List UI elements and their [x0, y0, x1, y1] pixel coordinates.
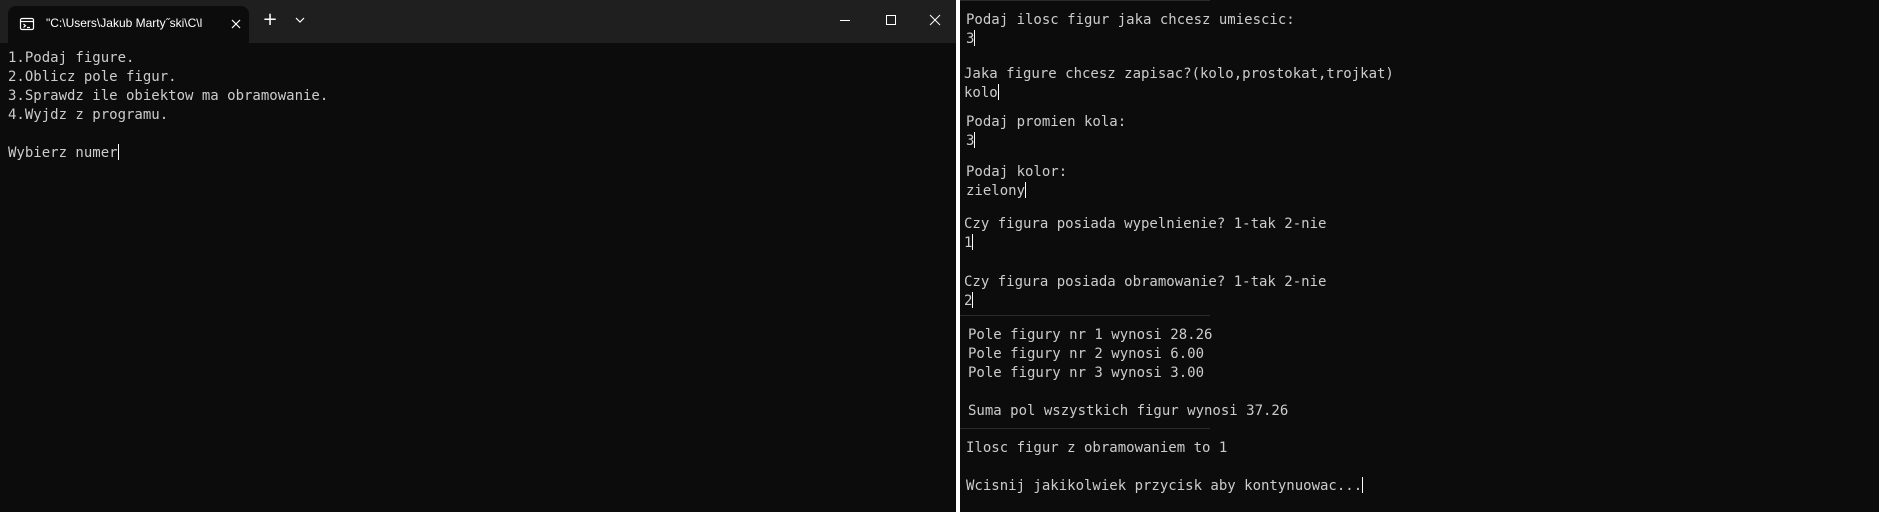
- area-result: Pole figury nr 1 wynosi 28.26: [968, 327, 1213, 343]
- press-key-text: Wcisnij jakikolwiek przycisk aby kontynu…: [966, 478, 1363, 494]
- text-cursor: [972, 234, 974, 250]
- menu-line: 2.Oblicz pole figur.: [8, 69, 177, 85]
- tab-close-icon[interactable]: [228, 16, 244, 32]
- terminal-icon: [19, 16, 35, 32]
- answer-type: kolo: [964, 85, 998, 101]
- separator-line: [960, 0, 1210, 1]
- prompt-text: Wybierz numer: [8, 145, 118, 161]
- text-cursor: [974, 132, 976, 148]
- new-tab-button[interactable]: +: [262, 11, 278, 29]
- answer-count-line: 3: [966, 30, 976, 49]
- terminal-tab[interactable]: "C:\Users\Jakub Marty˝ski\C\l: [8, 6, 249, 43]
- text-cursor: [997, 84, 999, 100]
- prompt-line[interactable]: Wybierz numer: [8, 144, 119, 163]
- text-cursor: [117, 144, 119, 160]
- text-cursor: [1362, 477, 1364, 493]
- answer-radius: 3: [966, 133, 975, 149]
- answer-border-line: 2: [964, 292, 974, 311]
- area-result: Pole figury nr 2 wynosi 6.00: [968, 346, 1205, 362]
- area-result: Pole figury nr 3 wynosi 3.00: [968, 365, 1205, 381]
- chevron-down-icon[interactable]: [292, 12, 308, 28]
- text-cursor: [972, 292, 974, 308]
- menu-line: 4.Wyjdz z programu.: [8, 107, 169, 123]
- question-radius: Podaj promien kola:: [966, 114, 1127, 130]
- answer-color-line: zielony: [966, 182, 1027, 201]
- area-sum: Suma pol wszystkich figur wynosi 37.26: [968, 403, 1289, 419]
- text-cursor: [974, 30, 976, 46]
- answer-type-line: kolo: [964, 84, 999, 103]
- close-window-button[interactable]: [920, 10, 950, 30]
- console-output-panel: Podaj ilosc figur jaka chcesz umiescic: …: [960, 0, 1879, 512]
- minimize-button[interactable]: [830, 10, 860, 30]
- answer-count: 3: [966, 31, 975, 47]
- question-border: Czy figura posiada obramowanie? 1-tak 2-…: [964, 274, 1327, 290]
- menu-line: 1.Podaj figure.: [8, 50, 135, 66]
- maximize-button[interactable]: [876, 10, 906, 30]
- answer-fill: 1: [964, 235, 973, 251]
- answer-color: zielony: [966, 183, 1026, 199]
- question-color: Podaj kolor:: [966, 164, 1068, 180]
- separator-line: [960, 315, 1210, 316]
- question-fill: Czy figura posiada wypelnienie? 1-tak 2-…: [964, 216, 1327, 232]
- border-count: Ilosc figur z obramowaniem to 1: [966, 440, 1228, 456]
- question-count: Podaj ilosc figur jaka chcesz umiescic:: [966, 12, 1295, 28]
- menu-line: 3.Sprawdz ile obiektow ma obramowanie.: [8, 88, 329, 104]
- title-bar: "C:\Users\Jakub Marty˝ski\C\l +: [0, 0, 956, 43]
- answer-border: 2: [964, 293, 973, 309]
- answer-radius-line: 3: [966, 132, 976, 151]
- tab-title: "C:\Users\Jakub Marty˝ski\C\l: [46, 16, 203, 30]
- terminal-window: "C:\Users\Jakub Marty˝ski\C\l + 1.Podaj …: [0, 0, 956, 512]
- text-cursor: [1025, 182, 1027, 198]
- press-key-line: Wcisnij jakikolwiek przycisk aby kontynu…: [966, 477, 1364, 496]
- separator-line: [960, 428, 1210, 429]
- question-type: Jaka figure chcesz zapisac?(kolo,prostok…: [964, 66, 1394, 82]
- answer-fill-line: 1: [964, 234, 974, 253]
